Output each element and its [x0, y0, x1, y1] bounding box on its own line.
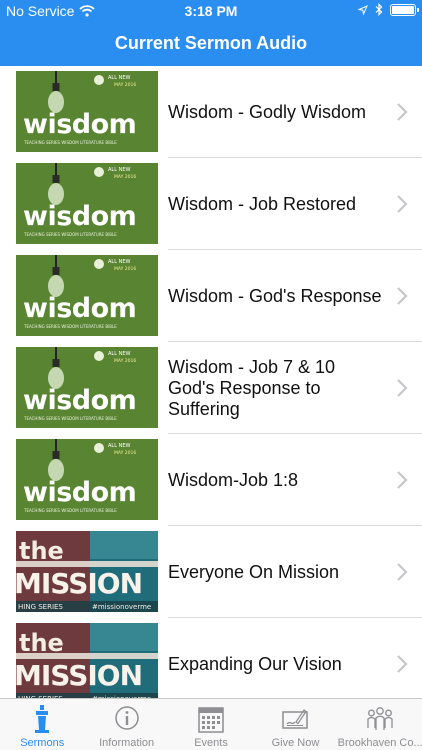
sermon-list[interactable]: ALL NEW MAY 2016 wisdom TEACHING SERIES …: [0, 66, 422, 698]
sermon-thumbnail: ALL NEW MAY 2016 wisdom TEACHING SERIES …: [16, 255, 158, 336]
sermon-thumbnail: the MISSION HING SERIES #missionoverme: [16, 623, 158, 698]
svg-text:ALL NEW: ALL NEW: [108, 351, 130, 357]
calendar-icon: [198, 707, 224, 733]
battery-icon: [390, 3, 419, 16]
svg-text:ALL NEW: ALL NEW: [108, 167, 130, 173]
chevron-right-icon: [397, 471, 408, 489]
pulpit-icon: [35, 705, 50, 733]
svg-text:TEACHING SERIES WISDOM LITERAT: TEACHING SERIES WISDOM LITERATURE BIBLE: [23, 416, 117, 421]
nav-header: No Service 3:18 PM Current Sermon Audio: [0, 0, 422, 66]
svg-text:ALL NEW: ALL NEW: [108, 259, 130, 265]
people-icon: [367, 707, 393, 730]
svg-text:the: the: [19, 629, 64, 657]
page-title: Current Sermon Audio: [114, 33, 308, 53]
list-item[interactable]: ALL NEW MAY 2016 wisdom TEACHING SERIES …: [0, 434, 422, 526]
sermon-thumbnail: ALL NEW MAY 2016 wisdom TEACHING SERIES …: [16, 439, 158, 520]
sermon-thumbnail: ALL NEW MAY 2016 wisdom TEACHING SERIES …: [16, 347, 158, 428]
list-item[interactable]: the MISSION HING SERIES #missionoverme E…: [0, 618, 422, 698]
chevron-right-icon: [397, 563, 408, 581]
chevron-right-icon: [397, 287, 408, 305]
tab-information[interactable]: Information: [84, 699, 168, 750]
svg-text:wisdom: wisdom: [23, 385, 136, 416]
list-item[interactable]: ALL NEW MAY 2016 wisdom TEACHING SERIES …: [0, 158, 422, 250]
sermon-title: Everyone On Mission: [168, 561, 340, 582]
svg-text:MAY 2016: MAY 2016: [114, 82, 136, 88]
svg-text:TEACHING SERIES WISDOM LITERAT: TEACHING SERIES WISDOM LITERATURE BIBLE: [23, 140, 117, 145]
tab-sermons[interactable]: Sermons: [0, 699, 84, 750]
sermon-thumbnail: ALL NEW MAY 2016 wisdom TEACHING SERIES …: [16, 163, 158, 244]
chevron-right-icon: [397, 379, 408, 397]
svg-text:TEACHING SERIES WISDOM LITERAT: TEACHING SERIES WISDOM LITERATURE BIBLE: [23, 232, 117, 237]
tab-label: Sermons: [20, 737, 65, 749]
svg-text:MAY 2016: MAY 2016: [114, 174, 136, 180]
chevron-right-icon: [397, 655, 408, 673]
sermon-title: Wisdom - Godly Wisdom: [168, 101, 367, 122]
svg-text:MAY 2016: MAY 2016: [114, 266, 136, 272]
svg-text:MISSION: MISSION: [16, 659, 142, 692]
sermon-title: Wisdom-Job 1:8: [168, 469, 299, 490]
sermon-title: Wisdom - God's Response: [168, 285, 382, 306]
svg-text:wisdom: wisdom: [23, 201, 136, 232]
list-item[interactable]: ALL NEW MAY 2016 wisdom TEACHING SERIES …: [0, 66, 422, 158]
bluetooth-icon: [375, 3, 383, 16]
info-icon: [114, 706, 139, 730]
svg-text:HING SERIES: HING SERIES: [18, 603, 63, 611]
chevron-right-icon: [397, 103, 408, 121]
sermon-thumbnail: ALL NEW MAY 2016 wisdom TEACHING SERIES …: [16, 71, 158, 152]
tab-give-now[interactable]: Give Now: [253, 699, 337, 750]
svg-text:#missionoverme: #missionoverme: [92, 603, 151, 611]
chevron-right-icon: [397, 195, 408, 213]
svg-text:TEACHING SERIES WISDOM LITERAT: TEACHING SERIES WISDOM LITERATURE BIBLE: [23, 508, 117, 513]
sermon-title: Wisdom - Job Restored: [168, 193, 357, 214]
svg-text:ALL NEW: ALL NEW: [108, 75, 130, 81]
tab-bar: Sermons Information Events Give Now Broo…: [0, 698, 422, 750]
sermon-title: Expanding Our Vision: [168, 653, 342, 674]
svg-text:MISSION: MISSION: [16, 567, 142, 600]
tab-events[interactable]: Events: [169, 699, 253, 750]
svg-text:TEACHING SERIES WISDOM LITERAT: TEACHING SERIES WISDOM LITERATURE BIBLE: [23, 324, 117, 329]
tab-label: Brookhaven Co...: [337, 737, 422, 749]
location-icon: [358, 4, 368, 15]
list-item[interactable]: ALL NEW MAY 2016 wisdom TEACHING SERIES …: [0, 250, 422, 342]
svg-text:MAY 2016: MAY 2016: [114, 358, 136, 364]
svg-text:wisdom: wisdom: [23, 477, 136, 508]
sermon-title: Wisdom - Job 7 & 10 God's Response to Su…: [168, 356, 336, 419]
svg-text:ALL NEW: ALL NEW: [108, 443, 130, 449]
status-bar: No Service 3:18 PM: [0, 0, 422, 22]
sermon-thumbnail: the MISSION HING SERIES #missionoverme: [16, 531, 158, 612]
svg-text:wisdom: wisdom: [23, 109, 136, 140]
svg-text:MAY 2016: MAY 2016: [114, 450, 136, 456]
list-item[interactable]: the MISSION HING SERIES #missionoverme E…: [0, 526, 422, 618]
tab-label: Information: [99, 737, 155, 749]
tab-label: Events: [194, 737, 228, 749]
list-item[interactable]: ALL NEW MAY 2016 wisdom TEACHING SERIES …: [0, 342, 422, 434]
tab-label: Give Now: [271, 737, 320, 749]
svg-text:the: the: [19, 537, 64, 565]
svg-text:wisdom: wisdom: [23, 293, 136, 324]
tab-brookhaven[interactable]: Brookhaven Co...: [338, 699, 422, 750]
sign-icon: [282, 709, 309, 729]
